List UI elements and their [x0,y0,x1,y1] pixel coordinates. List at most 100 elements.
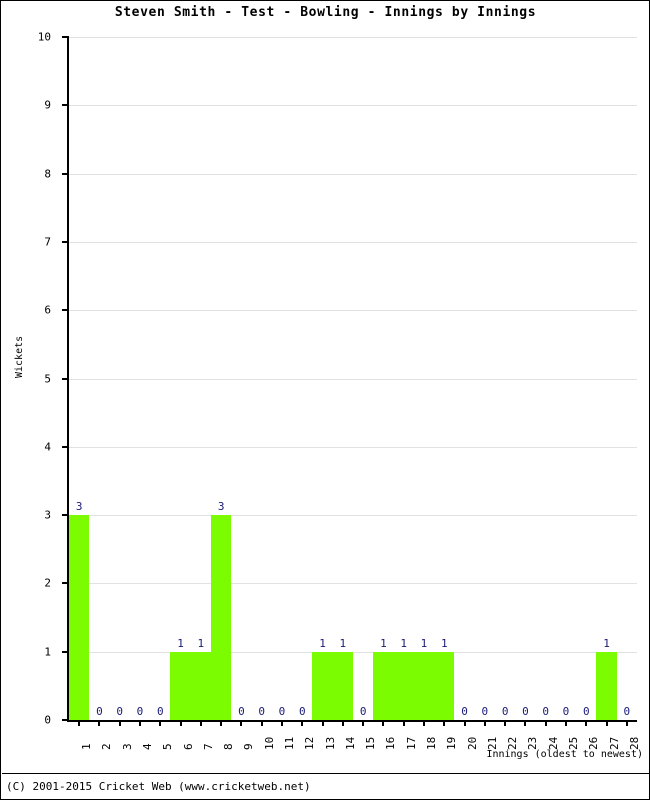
x-axis-tick [564,720,567,726]
bar-slot[interactable]: 0 [292,37,312,726]
y-axis-tick [62,377,69,380]
bar-slot[interactable]: 0 [536,37,556,726]
bar-slot[interactable]: 0 [556,37,576,726]
bar-slot[interactable]: 1 [434,37,455,726]
bar[interactable] [332,651,353,720]
bar-slot[interactable]: 0 [252,37,272,726]
x-axis-tick [483,720,486,726]
x-axis-tick-label: 14 [343,736,357,750]
bar-value-label: 1 [177,636,184,650]
bar-slot[interactable]: 0 [353,37,373,726]
y-axis-tick [62,240,69,243]
y-axis-tick [62,582,69,585]
y-axis-tick-label: 5 [44,372,51,385]
bar[interactable] [190,651,211,720]
bar-value-label: 0 [136,705,144,718]
x-axis-tick [220,720,223,726]
bar-value-label: 0 [542,705,550,718]
x-axis-tick-label: 21 [485,736,499,750]
x-axis-tick [585,720,588,726]
bar-slot[interactable]: 1 [312,37,333,726]
bar-slot[interactable]: 0 [231,37,251,726]
bar-slot[interactable]: 0 [617,37,637,726]
x-axis-tick-label: 18 [425,736,438,750]
bar-slot[interactable]: 0 [130,37,150,726]
bar-slot[interactable]: 1 [190,37,211,726]
bar[interactable] [393,651,414,720]
bar-value-label: 0 [238,705,245,718]
x-axis-tick-label: 13 [323,736,337,750]
bar-slot[interactable]: 1 [413,37,435,726]
footer-copyright: (C) 2001-2015 Cricket Web (www.cricketwe… [6,780,311,793]
x-axis-tick [605,720,608,726]
bar[interactable] [373,651,394,720]
bar-slot[interactable]: 0 [454,37,474,726]
bar[interactable] [211,515,232,720]
x-axis-tick [524,720,527,726]
bar-slot[interactable]: 3 [69,37,90,726]
footer-divider [2,773,649,774]
bar-slot[interactable]: 1 [332,37,353,726]
x-axis-tick [321,720,324,726]
bar-slot[interactable]: 1 [170,37,191,726]
x-axis-tick [301,720,304,726]
bar-value-label: 1 [339,636,347,650]
bar-slot[interactable]: 0 [89,37,109,726]
bar[interactable] [69,515,90,720]
x-axis-tick [382,720,385,726]
bar[interactable] [170,651,191,720]
x-axis-tick-label: 28 [627,736,641,750]
x-axis-tick-label: 10 [262,736,276,750]
x-axis-tick-label: 19 [445,736,459,750]
x-axis-tick [159,720,162,726]
bar-value-label: 1 [319,636,326,650]
bar-slot[interactable]: 0 [495,37,515,726]
bar-slot[interactable]: 0 [272,37,292,726]
bar[interactable] [596,651,617,720]
bar-slot[interactable]: 1 [393,37,414,726]
bar-value-label: 3 [75,500,83,514]
x-axis-tick [138,720,141,726]
x-axis-tick [240,720,243,726]
y-axis-tick [62,514,69,517]
y-axis-tick-label: 7 [44,235,51,249]
y-axis-tick-label: 6 [44,303,51,317]
bar[interactable] [434,651,455,720]
y-axis-tick-label: 10 [37,30,51,44]
x-axis-tick-label: 20 [465,736,479,750]
y-axis-tick [62,104,69,107]
bar-value-label: 1 [380,636,387,650]
plot-area: 3000011300001101111000000010 [62,36,637,726]
y-axis-tick-label: 1 [44,645,51,659]
bar[interactable] [312,651,333,720]
bar-value-label: 1 [420,636,428,650]
x-axis-tick [544,720,547,726]
x-axis-tick-label: 24 [546,736,560,750]
bar-value-label: 0 [278,705,286,718]
bar-slot[interactable]: 1 [596,37,617,726]
bar-value-label: 0 [582,705,590,718]
x-axis-tick [402,720,405,726]
x-axis-tick-label: 26 [587,736,601,750]
bar-slot[interactable]: 0 [150,37,170,726]
bar-value-label: 0 [96,705,103,718]
x-axis-tick [260,720,263,726]
x-axis-tick-label: 12 [303,736,317,750]
y-axis-tick [62,172,69,175]
bar[interactable] [413,651,435,720]
bar-slot[interactable]: 1 [373,37,394,726]
bar-value-label: 0 [481,705,489,718]
x-axis-tick-label: 22 [506,736,520,750]
y-axis-tick [62,719,69,721]
bar-slot[interactable]: 3 [211,37,232,726]
bar-value-label: 0 [359,705,367,718]
chart-page: Steven Smith - Test - Bowling - Innings … [0,0,650,800]
bar-slot[interactable]: 0 [475,37,495,726]
bar-value-label: 0 [562,705,570,718]
bar-value-label: 0 [258,705,266,718]
x-axis-tick-label: 17 [404,736,418,750]
bar-slot[interactable]: 0 [576,37,596,726]
bar-slot[interactable]: 0 [110,37,130,726]
x-axis-tick [625,720,628,726]
bar-slot[interactable]: 0 [515,37,535,726]
